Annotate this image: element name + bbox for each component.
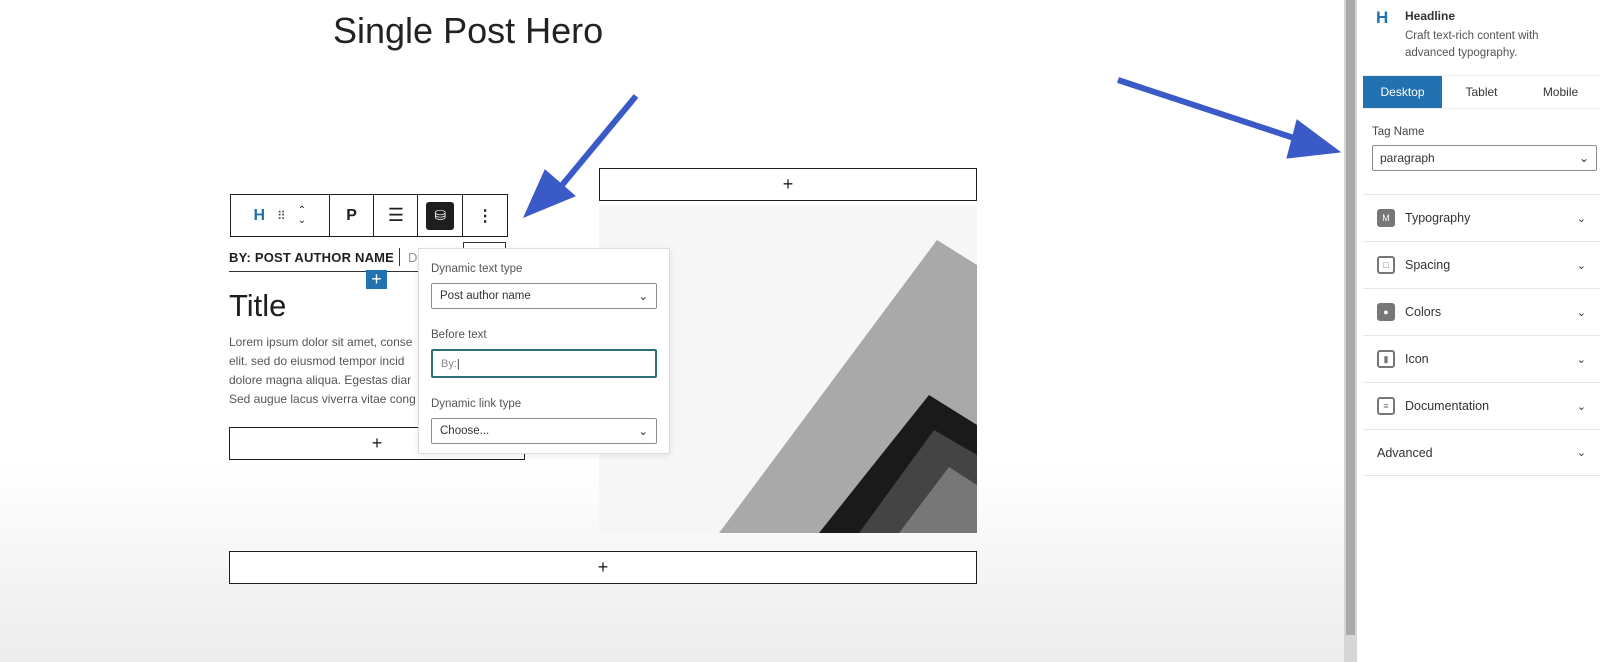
chevron-down-icon: ⌄	[1576, 353, 1586, 366]
paragraph-tag-button[interactable]: P	[346, 207, 357, 225]
align-icon[interactable]: ☰	[388, 205, 404, 226]
block-name: Headline	[1405, 9, 1456, 23]
excerpt-line: elit. sed do eiusmod tempor incid	[229, 354, 405, 368]
tab-mobile[interactable]: Mobile	[1521, 76, 1600, 108]
chevron-down-icon: ⌄	[1576, 400, 1586, 413]
excerpt-line: Sed augue lacus viverra vitae cong	[229, 392, 416, 406]
block-description: Craft text-rich content with advanced ty…	[1405, 30, 1539, 59]
panel-advanced[interactable]: Advanced ⌄	[1363, 429, 1600, 476]
block-appender[interactable]: +	[229, 551, 977, 584]
scrollbar-thumb[interactable]	[1346, 0, 1355, 635]
separator	[399, 248, 400, 266]
tab-desktop[interactable]: Desktop	[1363, 76, 1442, 108]
chevron-down-icon: ⌄	[1578, 151, 1589, 165]
input-value: By:	[441, 357, 457, 370]
plus-icon: +	[597, 557, 609, 577]
chevron-down-icon: ⌄	[638, 291, 648, 303]
select-value: Choose...	[440, 425, 490, 437]
headline-block-icon: H	[1376, 8, 1389, 27]
tag-name-label: Tag Name	[1372, 126, 1425, 138]
post-title[interactable]: Title	[229, 288, 286, 324]
dynamic-link-type-label: Dynamic link type	[431, 398, 522, 410]
chevron-down-icon: ⌄	[1576, 212, 1586, 225]
before-text-input[interactable]: By: |	[431, 349, 657, 378]
panel-label: Advanced	[1377, 445, 1433, 460]
block-appender[interactable]: +	[599, 168, 977, 201]
chevron-down-icon: ⌄	[638, 426, 648, 438]
dynamic-data-icon[interactable]: ⛁	[426, 201, 455, 230]
typography-icon: M	[1377, 209, 1395, 227]
tab-tablet[interactable]: Tablet	[1442, 76, 1521, 108]
panel-label: Spacing	[1405, 258, 1451, 272]
move-up-down-icon[interactable]: ⌃ ⌄	[298, 205, 306, 226]
select-value: Post author name	[440, 290, 531, 302]
panel-typography[interactable]: M Typography ⌄	[1363, 194, 1600, 241]
arrow-right	[1117, 77, 1342, 159]
panel-label: Documentation	[1405, 399, 1490, 413]
panel-colors[interactable]: ● Colors ⌄	[1363, 288, 1600, 335]
divider	[229, 271, 419, 272]
panel-label: Typography	[1405, 211, 1471, 225]
palette-icon: ●	[1377, 303, 1395, 321]
block-toolbar: H ⠿ ⌃ ⌄ P ☰ ⛁ ⋮	[230, 194, 508, 237]
excerpt-line: dolore magna aliqua. Egestas diar	[229, 373, 412, 387]
panel-label: Icon	[1405, 352, 1429, 366]
more-options-button[interactable]: ⋮	[477, 206, 493, 226]
select-value: paragraph	[1380, 151, 1435, 165]
dynamic-link-type-select[interactable]: Choose... ⌄	[431, 418, 657, 444]
documentation-icon: ≡	[1377, 397, 1395, 415]
device-tabs: Desktop Tablet Mobile	[1363, 75, 1600, 109]
panel-documentation[interactable]: ≡ Documentation ⌄	[1363, 382, 1600, 429]
panel-icon[interactable]: ▮ Icon ⌄	[1363, 335, 1600, 382]
dynamic-text-type-label: Dynamic text type	[431, 263, 523, 275]
icon-icon: ▮	[1377, 350, 1395, 368]
chevron-down-icon: ⌄	[1576, 306, 1586, 319]
chevron-down-icon: ⌄	[1576, 259, 1586, 272]
dynamic-text-type-select[interactable]: Post author name ⌄	[431, 283, 657, 309]
headline-block-icon[interactable]: H	[253, 207, 265, 225]
spacing-icon: □	[1377, 256, 1395, 274]
panel-spacing[interactable]: □ Spacing ⌄	[1363, 241, 1600, 288]
tag-name-select[interactable]: paragraph ⌄	[1372, 145, 1597, 171]
byline-text[interactable]: BY: POST AUTHOR NAME	[229, 250, 394, 265]
panel-label: Colors	[1405, 305, 1442, 319]
drag-handle-icon[interactable]: ⠿	[277, 209, 286, 223]
dynamic-data-popover: Dynamic text type Post author name ⌄ Befo…	[418, 248, 670, 454]
chevron-down-icon: ⌄	[1576, 447, 1586, 459]
add-block-button[interactable]: +	[366, 270, 387, 289]
plus-icon: +	[782, 174, 794, 194]
before-text-label: Before text	[431, 329, 487, 341]
post-excerpt[interactable]: Lorem ipsum dolor sit amet, conse elit. …	[229, 333, 419, 409]
next-block-text[interactable]: D	[408, 250, 417, 265]
excerpt-line: Lorem ipsum dolor sit amet, conse	[229, 335, 413, 349]
plus-icon: +	[371, 433, 383, 453]
